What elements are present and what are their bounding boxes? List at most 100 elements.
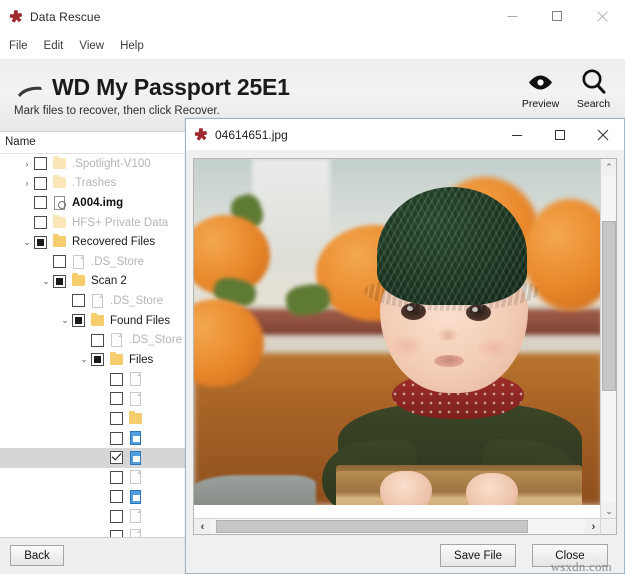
menu-bar: File Edit View Help xyxy=(0,33,625,59)
dialog-footer: Save File Close wsxdn.com xyxy=(186,539,624,574)
image-file-icon xyxy=(128,430,143,446)
expander-icon[interactable]: › xyxy=(20,174,34,193)
menu-item-edit[interactable]: Edit xyxy=(44,37,73,55)
preview-image xyxy=(194,159,602,505)
row-checkbox[interactable] xyxy=(110,529,123,537)
document-icon xyxy=(128,371,143,387)
close-button[interactable] xyxy=(580,0,625,33)
folder-pale-icon xyxy=(52,155,67,172)
dialog-maximize-button[interactable] xyxy=(538,119,581,150)
application-window: Data Rescue File Edit View Help WD My Pa… xyxy=(0,0,625,574)
dialog-titlebar: 04614651.jpg xyxy=(186,119,624,150)
image-file-icon xyxy=(128,489,143,505)
disc-image-icon xyxy=(52,195,67,211)
tree-row-label: .Spotlight-V100 xyxy=(72,157,151,170)
menu-item-view[interactable]: View xyxy=(79,37,113,55)
tree-row-label: .DS_Store xyxy=(129,334,183,347)
drive-title: WD My Passport 25E1 xyxy=(52,74,290,100)
row-checkbox[interactable] xyxy=(110,470,123,484)
row-checkbox[interactable] xyxy=(110,392,123,406)
dialog-window-controls xyxy=(495,119,624,150)
document-icon xyxy=(128,391,143,407)
magnifier-icon xyxy=(580,67,607,97)
menu-item-file[interactable]: File xyxy=(9,37,37,55)
preview-button[interactable]: Preview xyxy=(517,67,564,110)
row-checkbox[interactable] xyxy=(91,353,104,367)
folder-icon xyxy=(109,351,124,368)
row-checkbox[interactable] xyxy=(110,412,123,426)
window-title: Data Rescue xyxy=(30,9,101,24)
scroll-left-arrow[interactable]: ‹ xyxy=(194,519,211,534)
row-checkbox[interactable] xyxy=(34,216,47,230)
tree-row-label: .DS_Store xyxy=(91,255,145,268)
image-file-icon xyxy=(128,450,143,466)
minimize-button[interactable] xyxy=(490,0,535,33)
dialog-minimize-button[interactable] xyxy=(495,119,538,150)
folder-pale-icon xyxy=(52,214,67,231)
row-checkbox[interactable] xyxy=(53,255,66,269)
tree-row-label: Scan 2 xyxy=(91,275,127,288)
row-checkbox[interactable] xyxy=(72,314,85,328)
expander-icon[interactable]: ⌄ xyxy=(20,233,34,252)
tree-row-label: A004.img xyxy=(72,196,124,209)
document-icon xyxy=(71,254,86,270)
folder-pale-icon xyxy=(52,175,67,191)
tree-row-label: HFS+ Private Data xyxy=(72,216,169,229)
row-checkbox[interactable] xyxy=(110,431,123,445)
row-checkbox[interactable] xyxy=(72,294,85,308)
image-viewport: ⌃ ⌄ ‹ › xyxy=(193,158,617,535)
row-checkbox[interactable] xyxy=(110,372,123,386)
watermark-text: wsxdn.com xyxy=(550,559,612,574)
document-icon xyxy=(90,293,105,309)
dialog-body: ⌃ ⌄ ‹ › xyxy=(186,150,624,541)
tree-row-label: Files xyxy=(129,353,154,366)
save-file-button[interactable]: Save File xyxy=(440,544,516,567)
folder-icon xyxy=(71,273,86,289)
row-checkbox[interactable] xyxy=(34,157,47,171)
preview-dialog: 04614651.jpg ⌃ ⌄ ‹ › Save File Close wsx… xyxy=(185,118,625,574)
document-icon xyxy=(109,332,124,348)
expander-icon[interactable]: ⌄ xyxy=(58,311,72,330)
expander-icon[interactable]: ⌄ xyxy=(77,350,91,369)
back-button[interactable]: Back xyxy=(10,545,64,566)
horizontal-scrollbar[interactable]: ‹ › xyxy=(194,518,602,534)
search-label: Search xyxy=(576,98,611,110)
scrollbar-corner xyxy=(600,518,616,534)
expander-icon[interactable]: ⌄ xyxy=(39,272,53,291)
row-checkbox[interactable] xyxy=(34,176,47,190)
row-checkbox[interactable] xyxy=(34,196,47,210)
dialog-logo-icon xyxy=(193,127,209,143)
instruction-text: Mark files to recover, then click Recove… xyxy=(14,105,220,117)
row-checkbox[interactable] xyxy=(110,490,123,504)
row-checkbox[interactable] xyxy=(53,274,66,288)
tree-row-label: Found Files xyxy=(110,314,171,327)
document-icon xyxy=(128,528,143,537)
menu-item-help[interactable]: Help xyxy=(120,37,153,55)
vertical-scrollbar[interactable]: ⌃ ⌄ xyxy=(600,159,616,520)
maximize-button[interactable] xyxy=(535,0,580,33)
dialog-title: 04614651.jpg xyxy=(215,127,288,142)
external-drive-icon xyxy=(17,85,43,99)
header-toolbar: Preview Search xyxy=(517,67,617,110)
folder-icon xyxy=(52,234,67,250)
search-button[interactable]: Search xyxy=(570,67,617,110)
expander-icon[interactable]: › xyxy=(20,154,34,173)
row-checkbox[interactable] xyxy=(91,333,104,347)
row-checkbox[interactable] xyxy=(34,235,47,249)
horizontal-scroll-thumb[interactable] xyxy=(216,520,528,533)
row-checkbox[interactable] xyxy=(110,509,123,523)
scroll-up-arrow[interactable]: ⌃ xyxy=(601,159,616,176)
dialog-close-button[interactable] xyxy=(581,119,624,150)
row-checkbox[interactable] xyxy=(110,451,123,465)
document-icon xyxy=(128,508,143,524)
vertical-scroll-thumb[interactable] xyxy=(602,221,616,391)
